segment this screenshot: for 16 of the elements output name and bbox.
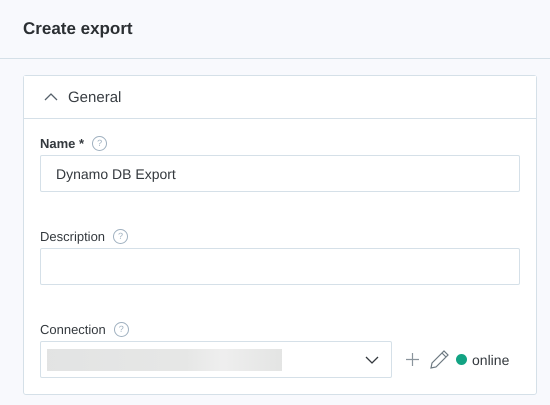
input-field[interactable]: Dynamo DB Export — [40, 155, 520, 192]
add-icon[interactable] — [406, 353, 419, 366]
section-header[interactable]: General — [24, 76, 536, 119]
help-icon[interactable]: ? — [113, 228, 128, 244]
help-icon[interactable]: ? — [92, 136, 108, 150]
chevron-down-icon — [365, 356, 379, 364]
page-title: Create export — [23, 19, 133, 39]
select-field[interactable] — [40, 341, 392, 378]
field-label: Description — [40, 228, 106, 244]
input-field[interactable] — [40, 248, 520, 285]
field-label: Name * — [40, 136, 84, 150]
field-label: Connection — [40, 322, 106, 336]
help-icon[interactable]: ? — [114, 322, 129, 336]
status-text: online — [472, 352, 510, 368]
pencil-icon[interactable] — [429, 349, 450, 370]
chevron-icon — [44, 93, 58, 101]
